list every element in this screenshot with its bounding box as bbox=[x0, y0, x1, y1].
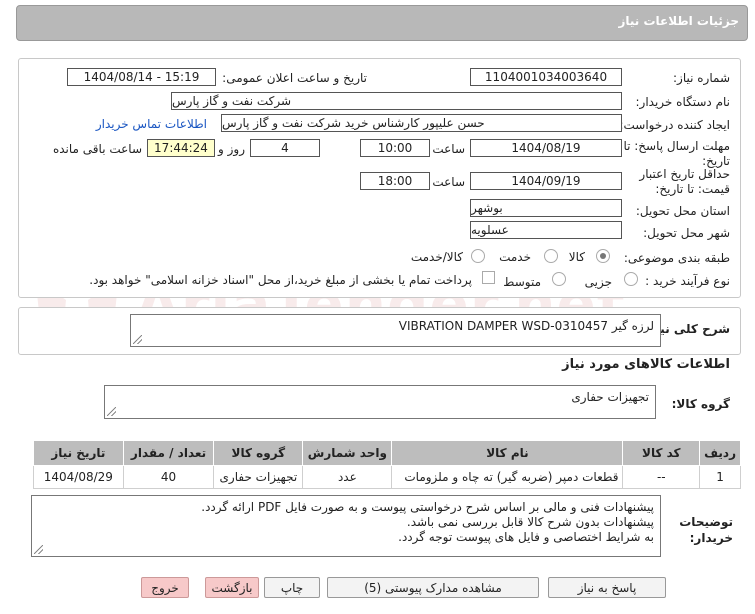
col-header-name: نام کالا bbox=[391, 440, 624, 466]
buyer-notes-field: پیشنهادات فنی و مالی بر اساس شرح درخواست… bbox=[31, 495, 661, 557]
cell-unit: عدد bbox=[302, 465, 393, 489]
need-number-label: شماره نیاز: bbox=[673, 71, 730, 85]
table-row: 1 -- قطعات دمپر (ضربه گیر) ته چاه و ملزو… bbox=[33, 465, 741, 489]
buyer-notes-label-2: خریدار: bbox=[689, 531, 733, 545]
items-table: ردیف کد کالا نام کالا واحد شمارش گروه کا… bbox=[33, 440, 741, 489]
city-label: شهر محل تحویل: bbox=[643, 226, 730, 240]
col-header-date: تاریخ نیاز bbox=[33, 440, 124, 466]
announce-date-field: 1404/08/14 - 15:19 bbox=[67, 68, 216, 86]
reply-deadline-label: مهلت ارسال پاسخ: تا bbox=[623, 139, 730, 153]
col-header-unit: واحد شمارش bbox=[302, 440, 393, 466]
print-button[interactable]: چاپ bbox=[264, 577, 320, 598]
validity-date-field: 1404/09/19 bbox=[470, 172, 622, 190]
category-option-goods: کالا bbox=[568, 250, 585, 264]
requester-label: ایجاد کننده درخواست: bbox=[619, 118, 730, 132]
cell-code: -- bbox=[622, 465, 701, 489]
city-field: عسلویه bbox=[470, 221, 622, 239]
need-number-field: 1104001034003640 bbox=[470, 68, 622, 86]
buyer-org-field: شرکت نفت و گاز پارس bbox=[171, 92, 622, 110]
col-header-row-number: ردیف bbox=[699, 440, 741, 466]
summary-text: لرزه گیر VIBRATION DAMPER WSD-0310457 bbox=[398, 319, 654, 333]
purchase-type-label: نوع فرآیند خرید : bbox=[645, 274, 730, 288]
validity-time-label: ساعت bbox=[432, 175, 465, 189]
purchase-option-medium: متوسط bbox=[503, 275, 541, 289]
col-header-quantity: تعداد / مقدار bbox=[122, 440, 215, 466]
resize-grip[interactable] bbox=[107, 407, 116, 416]
reply-time-label: ساعت bbox=[432, 142, 465, 156]
requester-field: حسن علیپور کارشناس خرید شرکت نفت و گاز پ… bbox=[221, 114, 622, 132]
category-option-service: خدمت bbox=[499, 250, 531, 264]
buyer-note-line: پیشنهادات فنی و مالی بر اساس شرح درخواست… bbox=[201, 500, 654, 514]
treasury-payment-note: پرداخت تمام یا بخشی از مبلغ خرید،از محل … bbox=[89, 273, 472, 287]
reply-deadline-label-2: تاریخ: bbox=[702, 154, 730, 168]
reply-date-field: 1404/08/19 bbox=[470, 139, 622, 157]
buyer-note-line: پیشنهادات بدون شرح کالا قابل بررسی نمی ب… bbox=[406, 515, 654, 529]
category-radio-goods-service[interactable] bbox=[471, 249, 485, 263]
cell-date: 1404/08/29 bbox=[33, 465, 124, 489]
cell-name: قطعات دمپر (ضربه گیر) ته چاه و ملزومات bbox=[391, 465, 624, 489]
resize-grip[interactable] bbox=[133, 335, 142, 344]
buyer-contact-link[interactable]: اطلاعات تماس خریدار bbox=[96, 117, 207, 131]
table-header-row: ردیف کد کالا نام کالا واحد شمارش گروه کا… bbox=[33, 440, 741, 466]
province-field: بوشهر bbox=[470, 199, 622, 217]
cell-quantity: 40 bbox=[122, 465, 215, 489]
purchase-radio-minor[interactable] bbox=[624, 272, 638, 286]
buyer-notes-label: توضیحات bbox=[679, 515, 733, 529]
reply-time-field: 10:00 bbox=[360, 139, 430, 157]
validity-label: حداقل تاریخ اعتبار bbox=[639, 167, 730, 181]
page-title: جزئیات اطلاعات نیاز bbox=[618, 14, 739, 28]
goods-group-text: تجهیزات حفاری bbox=[571, 390, 649, 404]
cell-group: تجهیزات حفاری bbox=[213, 465, 304, 489]
category-label: طبقه بندی موضوعی: bbox=[623, 251, 730, 265]
announce-date-label: تاریخ و ساعت اعلان عمومی: bbox=[222, 71, 367, 85]
remaining-time-label: ساعت باقی مانده bbox=[52, 142, 142, 156]
remaining-time-field: 17:44:24 bbox=[147, 139, 215, 157]
purchase-option-minor: جزیی bbox=[584, 275, 612, 289]
category-radio-service[interactable] bbox=[544, 249, 558, 263]
days-remaining-field: 4 bbox=[250, 139, 320, 157]
province-label: استان محل تحویل: bbox=[635, 204, 730, 218]
purchase-radio-medium[interactable] bbox=[552, 272, 566, 286]
col-header-code: کد کالا bbox=[622, 440, 701, 466]
col-header-group: گروه کالا bbox=[213, 440, 304, 466]
reply-button[interactable]: پاسخ به نیاز bbox=[548, 577, 666, 598]
validity-time-field: 18:00 bbox=[360, 172, 430, 190]
goods-group-label: گروه کالا: bbox=[671, 397, 730, 411]
validity-label-2: قیمت: تا تاریخ: bbox=[655, 182, 730, 196]
buyer-note-line: به شرایط اختصاصی و فایل های پیوست توجه گ… bbox=[398, 530, 654, 544]
attachments-button[interactable]: مشاهده مدارک پیوستی (5) bbox=[327, 577, 539, 598]
treasury-payment-checkbox[interactable] bbox=[482, 271, 495, 284]
cell-row-number: 1 bbox=[699, 465, 741, 489]
days-label: روز و bbox=[218, 142, 245, 156]
back-button[interactable]: بازگشت bbox=[205, 577, 259, 598]
resize-grip[interactable] bbox=[34, 545, 43, 554]
goods-info-heading: اطلاعات کالاهای مورد نیاز bbox=[562, 357, 730, 372]
exit-button[interactable]: خروج bbox=[141, 577, 189, 598]
goods-group-field: تجهیزات حفاری bbox=[104, 385, 656, 419]
buyer-org-label: نام دستگاه خریدار: bbox=[635, 95, 731, 109]
summary-field: لرزه گیر VIBRATION DAMPER WSD-0310457 bbox=[130, 314, 661, 347]
category-option-goods-service: کالا/خدمت bbox=[410, 250, 463, 264]
category-radio-goods[interactable] bbox=[596, 249, 610, 263]
